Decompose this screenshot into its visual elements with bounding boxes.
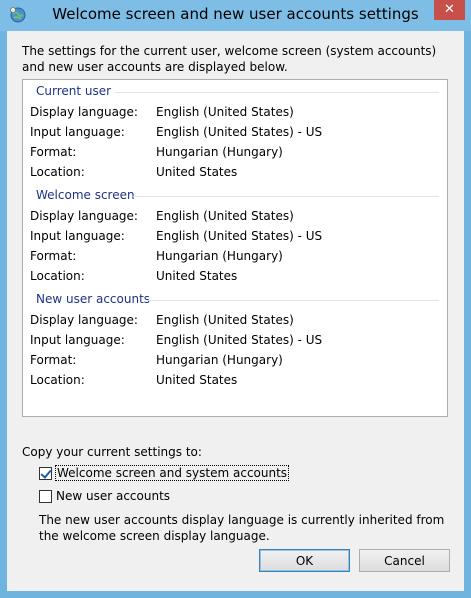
dialog-window: Welcome screen and new user accounts set… [0, 0, 471, 598]
group-header-new-user-accounts: New user accounts [36, 292, 151, 306]
row-value: Hungarian (Hungary) [156, 353, 283, 367]
row-label: Location: [30, 373, 85, 387]
row-label: Format: [30, 249, 77, 263]
row-value: English (United States) [156, 313, 294, 327]
row-label: Input language: [30, 333, 125, 347]
copy-settings-label: Copy your current settings to: [22, 445, 202, 459]
settings-panel: Current user Display language: English (… [22, 79, 448, 417]
row-value: English (United States) [156, 209, 294, 223]
row-label: Display language: [30, 313, 138, 327]
new-user-accounts-checkbox-row[interactable]: New user accounts [39, 488, 170, 504]
row-label: Location: [30, 165, 85, 179]
group-divider [147, 300, 439, 301]
row-value: Hungarian (Hungary) [156, 145, 283, 159]
row-value: United States [156, 269, 238, 283]
new-user-accounts-checkbox[interactable] [39, 489, 52, 503]
row-label: Display language: [30, 105, 138, 119]
intro-text: The settings for the current user, welco… [22, 44, 437, 74]
welcome-screen-checkbox-row[interactable]: Welcome screen and system accounts [39, 465, 290, 481]
region-settings-icon [10, 7, 26, 23]
row-value: English (United States) - US [156, 333, 323, 347]
row-value: English (United States) - US [156, 229, 323, 243]
row-value: United States [156, 373, 238, 387]
row-label: Location: [30, 269, 85, 283]
close-button[interactable]: ✕ [434, 0, 465, 20]
dialog-body: The settings for the current user, welco… [7, 31, 464, 591]
row-value: Hungarian (Hungary) [156, 249, 283, 263]
row-label: Input language: [30, 125, 125, 139]
inheritance-note: The new user accounts display language i… [39, 513, 445, 543]
ok-button[interactable]: OK [259, 549, 350, 572]
row-value: English (United States) - US [156, 125, 323, 139]
row-value: English (United States) [156, 105, 294, 119]
row-label: Input language: [30, 229, 125, 243]
title-bar: Welcome screen and new user accounts set… [0, 0, 471, 31]
window-title: Welcome screen and new user accounts set… [52, 5, 419, 23]
new-user-accounts-checkbox-label[interactable]: New user accounts [56, 489, 170, 503]
row-label: Format: [30, 353, 77, 367]
group-divider [115, 92, 439, 93]
welcome-screen-checkbox-label[interactable]: Welcome screen and system accounts [54, 465, 290, 481]
group-divider [133, 196, 439, 197]
row-label: Display language: [30, 209, 138, 223]
row-value: United States [156, 165, 238, 179]
group-header-welcome-screen: Welcome screen [36, 188, 135, 202]
row-label: Format: [30, 145, 77, 159]
cancel-button[interactable]: Cancel [359, 549, 450, 572]
group-header-current-user: Current user [36, 84, 112, 98]
welcome-screen-checkbox[interactable] [39, 466, 52, 480]
